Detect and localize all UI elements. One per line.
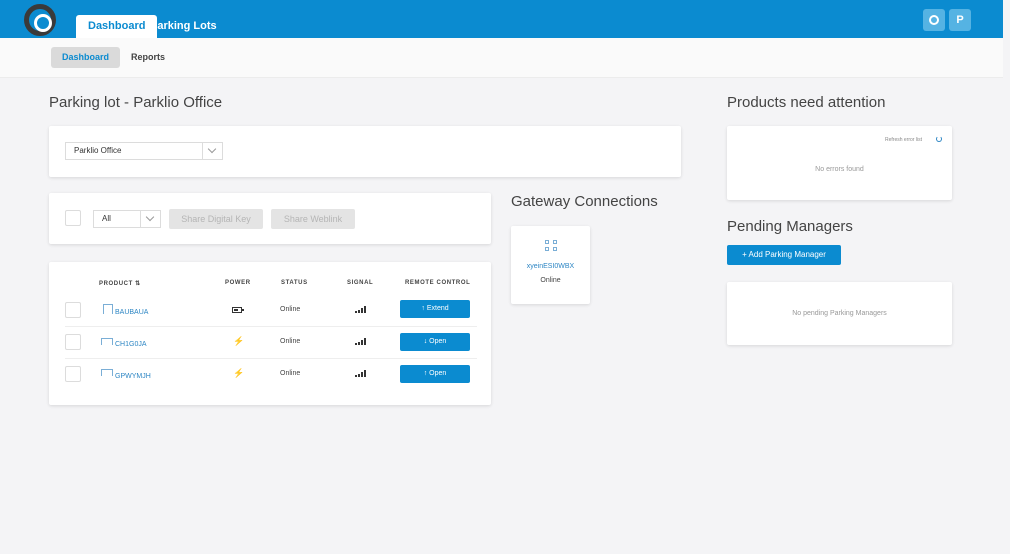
- chevron-down-icon: [140, 211, 160, 227]
- refresh-error-list-link[interactable]: Refresh error list: [885, 137, 922, 143]
- filter-select[interactable]: All: [93, 210, 161, 228]
- lot-select[interactable]: Parklio Office: [65, 142, 223, 160]
- no-errors-text: No errors found: [815, 166, 864, 173]
- filter-card: All Share Digital Key Share Weblink: [49, 193, 491, 244]
- status-text: Online: [280, 370, 301, 377]
- barrier-icon: [101, 338, 113, 345]
- product-link[interactable]: CH1G0JA: [115, 341, 147, 348]
- gateway-title: Gateway Connections: [511, 193, 658, 210]
- extend-button[interactable]: ↑ Extend: [400, 300, 470, 318]
- pending-managers-title: Pending Managers: [727, 218, 853, 235]
- gateway-status: Online: [540, 277, 561, 284]
- barrier-icon: [101, 369, 113, 376]
- header-product[interactable]: PRODUCT ⇅: [99, 280, 141, 287]
- gear-icon[interactable]: [923, 9, 945, 31]
- subtab-reports[interactable]: Reports: [120, 47, 176, 68]
- header-remote-control: REMOTE CONTROL: [405, 280, 471, 286]
- arrow-down-icon: ↓: [423, 338, 428, 345]
- product-link[interactable]: BAUBAUA: [115, 309, 148, 316]
- arrow-up-icon: ↑: [423, 370, 428, 377]
- page-title: Parking lot - Parklio Office: [49, 94, 223, 111]
- attention-title: Products need attention: [727, 94, 886, 111]
- select-all-checkbox[interactable]: [65, 210, 81, 226]
- gateway-card[interactable]: xyeinESI0WBX Online: [511, 226, 590, 304]
- gateway-icon: [545, 240, 559, 252]
- refresh-icon[interactable]: [936, 136, 942, 142]
- battery-icon: [232, 307, 244, 313]
- bolt-icon: ⚡: [233, 368, 245, 378]
- row-checkbox[interactable]: [65, 366, 81, 382]
- subtab-dashboard[interactable]: Dashboard: [51, 47, 121, 68]
- row-divider: [65, 326, 477, 327]
- filter-select-value: All: [102, 214, 111, 223]
- signal-icon: [355, 306, 366, 313]
- tab-parking-lots[interactable]: Parking Lots: [138, 15, 229, 38]
- row-divider: [65, 358, 477, 359]
- chevron-down-icon: [202, 143, 222, 159]
- status-text: Online: [280, 338, 301, 345]
- lot-selector-card: Parklio Office: [49, 126, 681, 177]
- arrow-up-icon: ↑: [421, 305, 425, 312]
- share-weblink-button[interactable]: Share Weblink: [271, 209, 355, 229]
- header-power: POWER: [225, 280, 251, 286]
- open-button[interactable]: ↑ Open: [400, 365, 470, 383]
- parklio-logo[interactable]: [24, 4, 56, 36]
- profile-button[interactable]: P: [949, 9, 971, 31]
- status-text: Online: [280, 306, 301, 313]
- sort-icon: ⇅: [135, 281, 141, 287]
- bolt-icon: ⚡: [233, 336, 245, 346]
- top-bar: Dashboard Parking Lots P: [0, 0, 1003, 38]
- attention-card: Refresh error list No errors found: [727, 126, 952, 200]
- row-checkbox[interactable]: [65, 302, 81, 318]
- pending-managers-card: No pending Parking Managers: [727, 282, 952, 345]
- header-status: STATUS: [281, 280, 308, 286]
- sub-navigation: Dashboard Reports: [0, 38, 1003, 78]
- barrier-icon: [103, 304, 113, 314]
- signal-icon: [355, 370, 366, 377]
- products-table-card: PRODUCT ⇅ POWER STATUS SIGNAL REMOTE CON…: [49, 262, 491, 405]
- product-link[interactable]: GPWYMJH: [115, 373, 151, 380]
- share-digital-key-button[interactable]: Share Digital Key: [169, 209, 263, 229]
- gateway-name[interactable]: xyeinESI0WBX: [511, 263, 590, 270]
- lot-select-value: Parklio Office: [74, 146, 122, 155]
- header-signal: SIGNAL: [347, 280, 374, 286]
- signal-icon: [355, 338, 366, 345]
- no-pending-managers-text: No pending Parking Managers: [792, 310, 887, 317]
- open-button[interactable]: ↓ Open: [400, 333, 470, 351]
- add-parking-manager-button[interactable]: + Add Parking Manager: [727, 245, 841, 265]
- row-checkbox[interactable]: [65, 334, 81, 350]
